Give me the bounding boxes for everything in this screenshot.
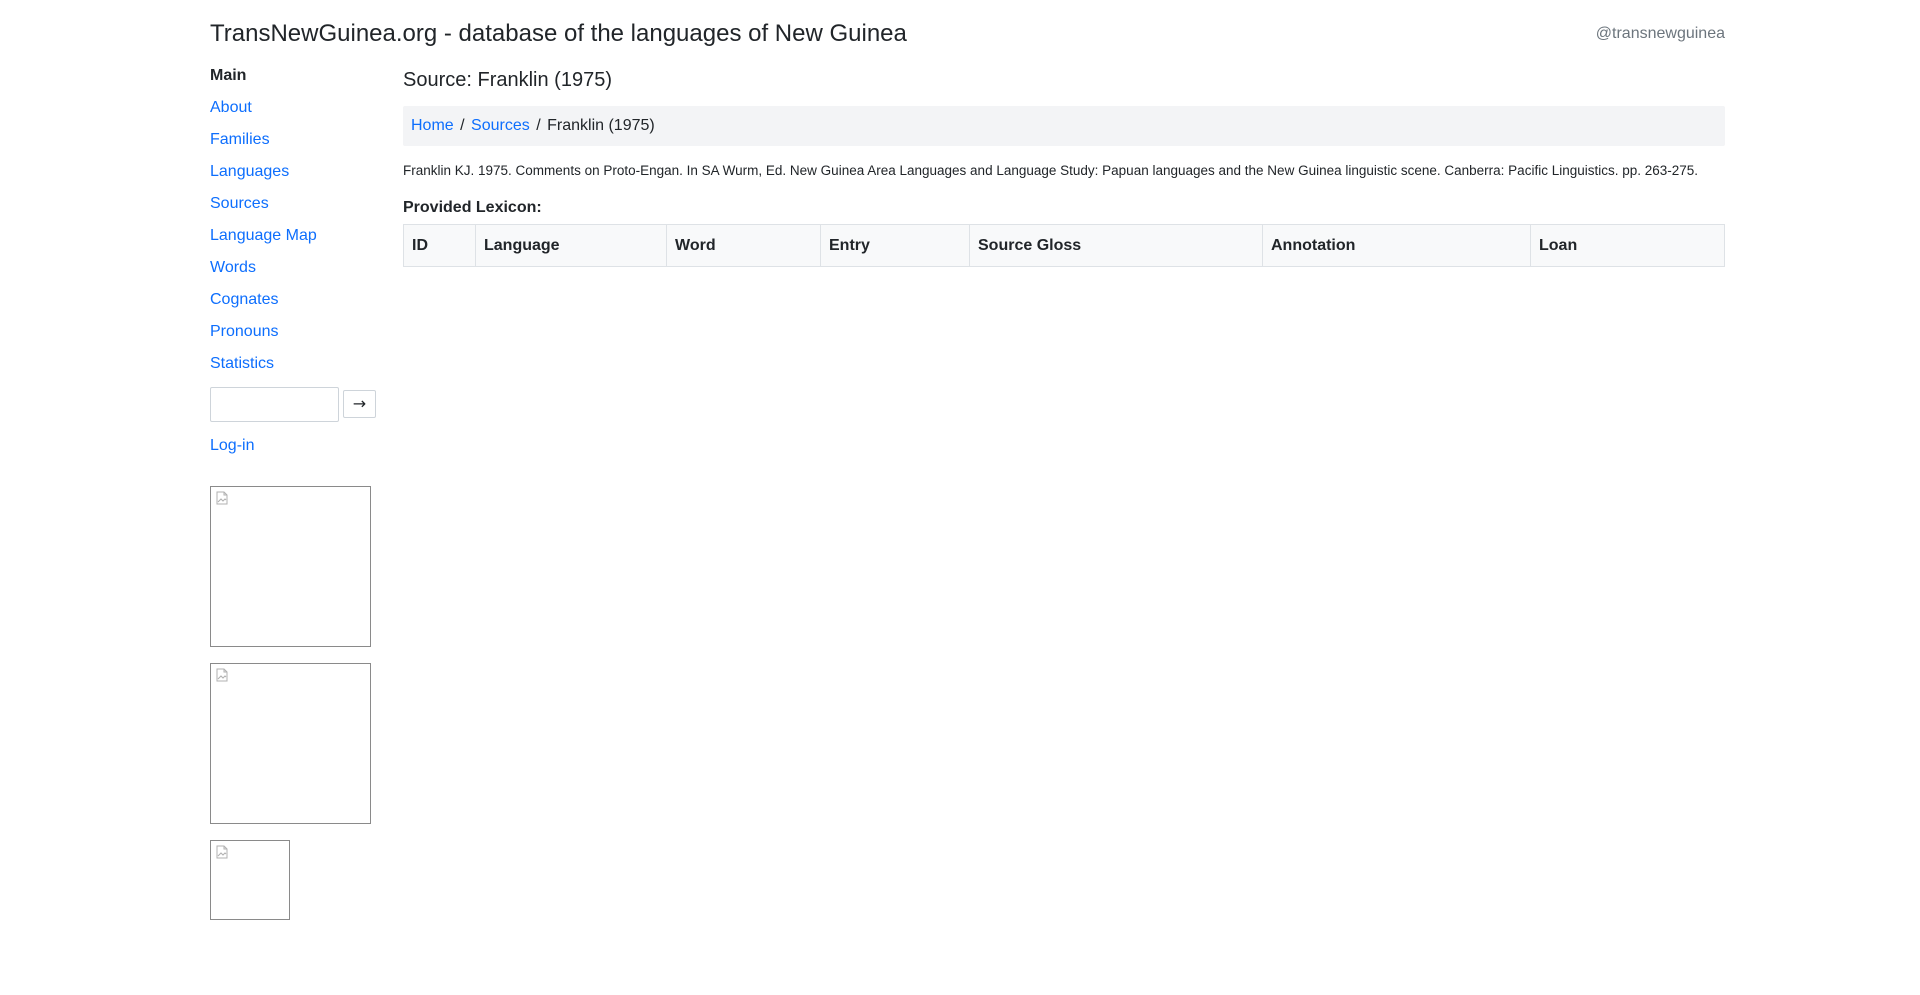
site-header: TransNewGuinea.org - database of the lan…	[210, 16, 1725, 56]
broken-image-icon	[216, 668, 228, 682]
page: TransNewGuinea.org - database of the lan…	[0, 0, 1920, 995]
breadcrumb: Home / Sources / Franklin (1975)	[403, 106, 1725, 146]
nav-link-about[interactable]: About	[210, 99, 252, 116]
twitter-handle-link[interactable]: @transnewguinea	[1596, 22, 1725, 46]
column-header-language[interactable]: Language	[475, 224, 667, 267]
broken-image-icon	[216, 845, 228, 859]
nav-link-statistics[interactable]: Statistics	[210, 355, 274, 372]
nav-link-sources[interactable]: Sources	[210, 195, 269, 212]
sidebar-nav: About Families Languages Sources Languag…	[210, 96, 380, 384]
sidebar-item-pronouns: Pronouns	[210, 320, 380, 352]
sidebar-item-statistics: Statistics	[210, 352, 380, 384]
nav-link-families[interactable]: Families	[210, 131, 270, 148]
column-header-source-gloss[interactable]: Source Gloss	[969, 224, 1263, 267]
sidebar-item-cognates: Cognates	[210, 288, 380, 320]
sidebar-item-words: Words	[210, 256, 380, 288]
login-row: Log-in	[210, 434, 380, 458]
sidebar-image-3	[210, 840, 290, 920]
sidebar-heading: Main	[210, 67, 247, 84]
nav-link-pronouns[interactable]: Pronouns	[210, 323, 279, 340]
lexicon-heading: Provided Lexicon:	[403, 199, 542, 216]
site-title-link[interactable]: TransNewGuinea.org - database of the lan…	[210, 16, 907, 52]
column-header-loan[interactable]: Loan	[1530, 224, 1725, 267]
sidebar: Main About Families Languages Sources La…	[210, 64, 380, 458]
lexicon-table-header: ID Language Word Entry Source Gloss Anno…	[403, 224, 1725, 267]
nav-link-words[interactable]: Words	[210, 259, 256, 276]
sidebar-item-families: Families	[210, 128, 380, 160]
column-header-id[interactable]: ID	[403, 224, 476, 267]
breadcrumb-separator: /	[536, 117, 541, 134]
sidebar-item-about: About	[210, 96, 380, 128]
sidebar-image-2	[210, 663, 371, 824]
breadcrumb-current: Franklin (1975)	[547, 117, 655, 134]
main-content: Source: Franklin (1975) Home / Sources /…	[403, 64, 1725, 267]
sidebar-item-sources: Sources	[210, 192, 380, 224]
page-title: Source: Franklin (1975)	[403, 69, 612, 91]
breadcrumb-home-link[interactable]: Home	[411, 117, 454, 134]
sidebar-image-1	[210, 486, 371, 647]
breadcrumb-sources-link[interactable]: Sources	[471, 117, 530, 134]
source-reference: Franklin KJ. 1975. Comments on Proto-Eng…	[403, 163, 1699, 178]
lexicon-table: ID Language Word Entry Source Gloss Anno…	[403, 224, 1725, 267]
search-form: →	[210, 386, 380, 422]
column-header-entry[interactable]: Entry	[820, 224, 970, 267]
sidebar-item-languages: Languages	[210, 160, 380, 192]
nav-link-cognates[interactable]: Cognates	[210, 291, 279, 308]
column-header-annotation[interactable]: Annotation	[1262, 224, 1531, 267]
search-input[interactable]	[210, 386, 339, 422]
nav-link-language-map[interactable]: Language Map	[210, 227, 317, 244]
login-link[interactable]: Log-in	[210, 437, 254, 454]
table-header-row: ID Language Word Entry Source Gloss Anno…	[403, 224, 1725, 267]
breadcrumb-separator: /	[460, 117, 465, 134]
sidebar-item-language-map: Language Map	[210, 224, 380, 256]
column-header-word[interactable]: Word	[666, 224, 821, 267]
nav-link-languages[interactable]: Languages	[210, 163, 289, 180]
search-submit-button[interactable]: →	[343, 390, 376, 418]
broken-image-icon	[216, 491, 228, 505]
